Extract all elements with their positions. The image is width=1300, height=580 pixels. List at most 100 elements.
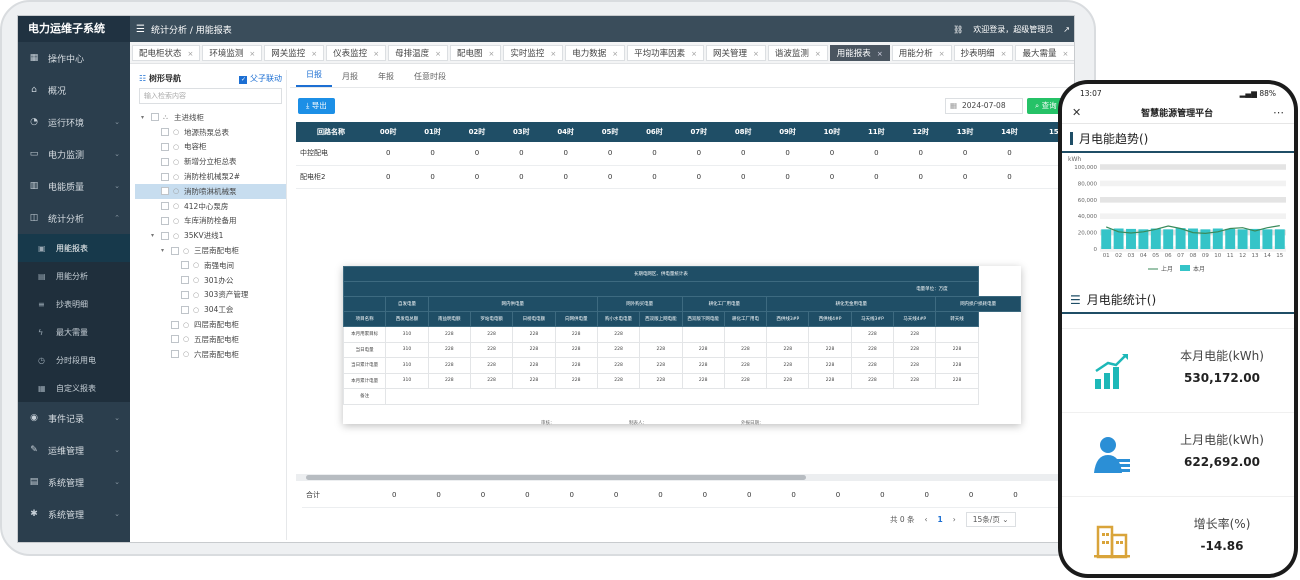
sidebar-subitem-energy-analysis[interactable]: ▤ 用能分析 [18,262,130,290]
tree-node[interactable]: ▾ ⛬ 主进线柜 [135,110,286,125]
current-page[interactable]: 1 [938,515,943,524]
next-page-icon[interactable]: › [953,515,956,524]
close-icon[interactable]: × [815,50,821,58]
close-icon[interactable]: ✕ [1072,106,1081,119]
tab-14[interactable]: 最大需量 × [1015,44,1074,61]
sidebar-subitem-time-of-use[interactable]: ◷ 分时段用电 [18,346,130,374]
tree-node[interactable]: ○ 304工会 [135,302,286,317]
tree-checkbox[interactable] [161,231,169,240]
tree-node[interactable]: ○ 车库消防栓备用 [135,214,286,229]
page-size-select[interactable]: 15条/页 ⌄ [965,512,1016,527]
tab-7[interactable]: 电力数据 × [565,44,626,61]
tree-search-input[interactable]: 输入检索内容 [139,88,282,104]
close-icon[interactable]: × [939,50,945,58]
tab-daily[interactable]: 日报 [296,69,332,87]
tab-monthly[interactable]: 月报 [332,71,368,87]
close-icon[interactable]: × [753,50,759,58]
sidebar-item-overview[interactable]: ⌂ 概况 [18,74,130,106]
tab-9[interactable]: 网关管理 × [706,44,766,61]
tree-node[interactable]: ○ 消防栓机械泵2# [135,169,286,184]
tree-node[interactable]: ▾ ○ 35KV进线1 [135,228,286,243]
tree-node[interactable]: ○ 新增分立柜总表 [135,154,286,169]
sidebar-item-maintenance[interactable]: ✎ 运维管理 ⌄ [18,434,130,466]
tab-4[interactable]: 母排温度 × [388,44,448,61]
tab-6[interactable]: 实时监控 × [503,44,564,61]
parent-child-link-toggle[interactable]: ✓ 父子联动 [239,73,282,84]
tree-checkbox[interactable] [181,290,189,299]
sidebar-item-environment[interactable]: ◔ 运行环境 ⌄ [18,106,130,138]
prev-page-icon[interactable]: ‹ [925,515,928,524]
close-icon[interactable]: × [691,50,697,58]
sidebar-item-system-management[interactable]: ▤ 系统管理 ⌄ [18,466,130,498]
tree-checkbox[interactable] [161,216,169,225]
tree-checkbox[interactable] [171,350,179,359]
sidebar-item-power-monitor[interactable]: ▭ 电力监测 ⌄ [18,138,130,170]
link-icon[interactable]: ⛓ [953,25,963,34]
horizontal-scrollbar[interactable] [296,474,1074,481]
tab-8[interactable]: 平均功率因素 × [627,44,705,61]
close-icon[interactable]: × [1001,50,1007,58]
close-icon[interactable]: × [373,50,379,58]
external-link-icon[interactable]: ↗ [1063,25,1070,34]
tree-node[interactable]: ○ 消防喷淋机械泵 [135,183,286,199]
sidebar-subitem-max-demand[interactable]: ϟ 最大需量 [18,318,130,346]
tree-checkbox[interactable] [161,187,169,196]
tree-node[interactable]: ○ 301办公 [135,273,286,288]
sidebar-item-operation-center[interactable]: ▦ 操作中心 [18,42,130,74]
tab-custom-range[interactable]: 任意时段 [404,71,456,87]
tree-node[interactable]: ○ 五层南配电柜 [135,332,286,347]
sidebar-item-system-management-2[interactable]: ✱ 系统管理 ⌄ [18,498,130,530]
tree-node[interactable]: ○ 电容柜 [135,140,286,155]
caret-down-icon[interactable]: ▾ [141,114,149,121]
tab-yearly[interactable]: 年报 [368,71,404,87]
tree-node[interactable]: ▾ ○ 三层南配电柜 [135,243,286,258]
tab-13[interactable]: 抄表明细 × [953,44,1014,61]
sidebar-item-event-log[interactable]: ◉ 事件记录 ⌄ [18,402,130,434]
tree-checkbox[interactable] [181,276,189,285]
tree-checkbox[interactable] [161,202,169,211]
more-icon[interactable]: ⋯ [1273,106,1284,119]
tab-12[interactable]: 用能分析 × [891,44,952,61]
tree-node[interactable]: ○ 303资产管理 [135,288,286,303]
tree-node[interactable]: ○ 南强电间 [135,258,286,273]
tree-checkbox[interactable] [181,305,189,314]
tree-checkbox[interactable] [151,113,159,122]
tab-5[interactable]: 配电图 × [449,44,502,61]
close-icon[interactable]: × [612,50,618,58]
tree-checkbox[interactable] [171,246,179,255]
tree-node[interactable]: ○ 地源热泵总表 [135,125,286,140]
sidebar-subitem-meter-detail[interactable]: ≡ 抄表明细 [18,290,130,318]
close-icon[interactable]: × [188,50,194,58]
tab-0[interactable]: 配电柜状态 × [132,44,201,61]
tab-2[interactable]: 网关监控 × [264,44,325,61]
sidebar-subitem-custom-report[interactable]: ▦ 自定义报表 [18,374,130,402]
sidebar-item-statistics[interactable]: ◫ 统计分析 ⌃ [18,202,130,234]
close-icon[interactable]: × [1062,50,1068,58]
tree-node[interactable]: ○ 412中心泵房 [135,199,286,214]
caret-down-icon[interactable]: ▾ [151,232,159,239]
tree-node[interactable]: ○ 四层南配电柜 [135,317,286,332]
tree-checkbox[interactable] [171,320,179,329]
menu-toggle-icon[interactable]: ☰ [136,24,145,35]
tab-3[interactable]: 仪表监控 × [326,44,387,61]
tab-10[interactable]: 谐波监测 × [767,44,828,61]
close-icon[interactable]: × [550,50,556,58]
caret-down-icon[interactable]: ▾ [161,247,169,254]
tree-checkbox[interactable] [171,335,179,344]
tree-checkbox[interactable] [161,128,169,137]
tab-11[interactable]: 用能报表 × [829,44,890,61]
close-icon[interactable]: × [488,50,494,58]
sidebar-subitem-energy-report[interactable]: ▣ 用能报表 [18,234,130,262]
close-icon[interactable]: × [249,50,255,58]
tree-checkbox[interactable] [181,261,189,270]
sidebar-item-power-quality[interactable]: ▥ 电能质量 ⌄ [18,170,130,202]
tree-node[interactable]: ○ 六层南配电柜 [135,347,286,362]
date-picker-input[interactable]: ▦ 2024-07-08 [945,98,1023,114]
scrollbar-thumb[interactable] [306,475,806,480]
close-icon[interactable]: × [435,50,441,58]
close-icon[interactable]: × [877,50,883,58]
close-icon[interactable]: × [311,50,317,58]
tab-1[interactable]: 环境监测 × [202,44,263,61]
tree-checkbox[interactable] [161,172,169,181]
export-button[interactable]: ⤓ 导出 [298,98,335,114]
